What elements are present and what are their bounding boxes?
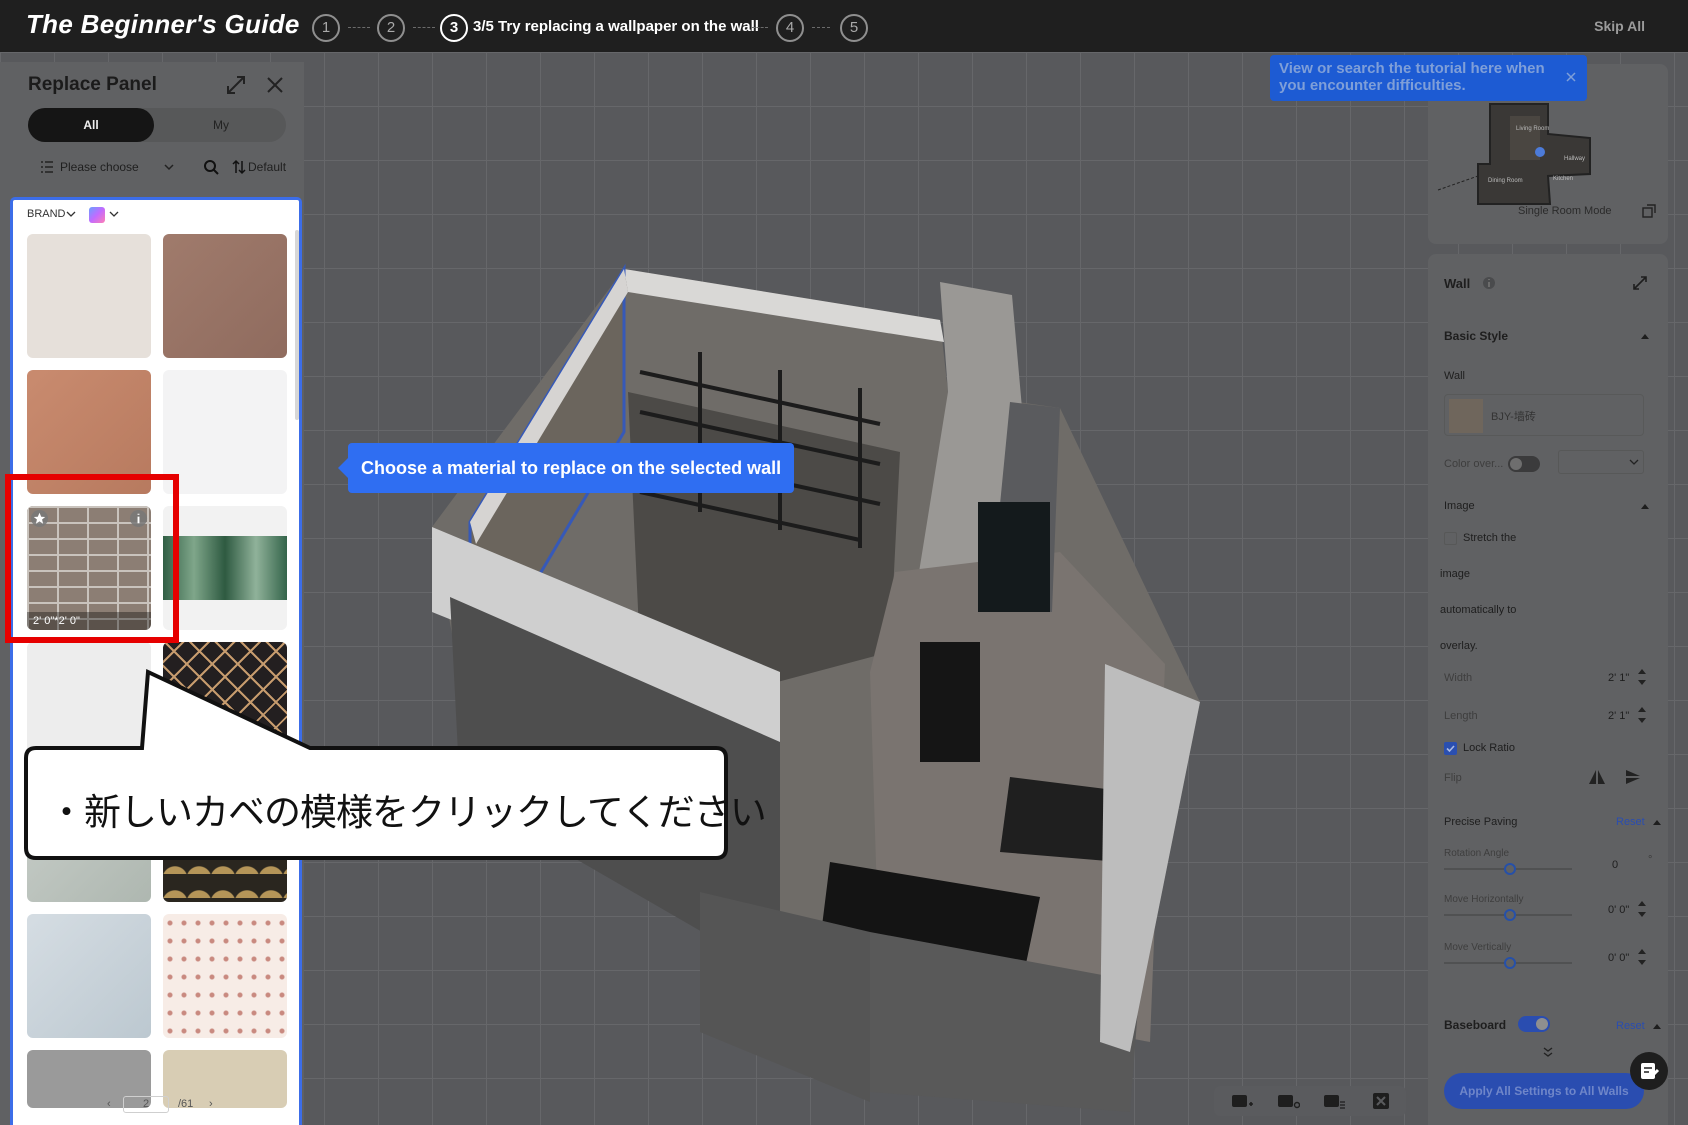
baseboard-reset-button[interactable]: Reset [1616, 1020, 1645, 1032]
length-value[interactable]: 2' 1" [1608, 710, 1629, 722]
lock-ratio-label: Lock Ratio [1463, 742, 1515, 754]
length-stepper[interactable] [1638, 706, 1646, 724]
material-name: BJY-墙砖 [1491, 411, 1536, 423]
close-icon[interactable] [1565, 71, 1577, 83]
move-horizontal-label: Move Horizontally [1444, 894, 1524, 905]
color-override-toggle[interactable] [1508, 456, 1540, 472]
move-vertical-stepper[interactable] [1638, 948, 1646, 966]
basic-style-header[interactable]: Basic Style [1444, 329, 1508, 343]
rotation-unit: ° [1648, 854, 1653, 866]
width-value[interactable]: 2' 1" [1608, 672, 1629, 684]
check-icon [1446, 745, 1455, 753]
rotation-value[interactable]: 0 [1612, 859, 1618, 871]
room-label: Living Room [1516, 126, 1549, 132]
stretch-label: image [1440, 568, 1470, 580]
width-stepper[interactable] [1638, 668, 1646, 686]
move-vertical-slider-thumb[interactable] [1504, 957, 1516, 969]
rotation-slider-thumb[interactable] [1504, 863, 1516, 875]
edit-note-icon [1641, 1063, 1660, 1080]
stretch-label: overlay. [1440, 640, 1478, 652]
feedback-icon[interactable] [1630, 1052, 1668, 1090]
expand-icon[interactable] [1631, 274, 1649, 292]
image-section-label[interactable]: Image [1444, 500, 1475, 512]
wall-settings-panel: Wall Basic Style Wall BJY-墙砖 Color over.… [1428, 254, 1668, 1125]
double-chevron-down-icon[interactable] [1542, 1046, 1554, 1058]
bottom-toolbar [1214, 1086, 1406, 1116]
flip-vertical-icon[interactable] [1624, 768, 1642, 786]
color-select[interactable] [1558, 450, 1644, 474]
hide-icon[interactable] [1370, 1090, 1394, 1112]
flip-label: Flip [1444, 772, 1462, 784]
move-horizontal-slider-thumb[interactable] [1504, 909, 1516, 921]
popout-icon[interactable] [1642, 204, 1656, 218]
rotation-label: Rotation Angle [1444, 848, 1510, 859]
camera-settings-icon[interactable] [1276, 1090, 1300, 1112]
info-icon[interactable] [1482, 276, 1496, 290]
chevron-up-icon[interactable] [1652, 818, 1662, 826]
width-label: Width [1444, 672, 1473, 684]
wall-material-field[interactable]: BJY-墙砖 [1444, 394, 1644, 436]
baseboard-toggle[interactable] [1518, 1016, 1550, 1032]
baseboard-label: Baseboard [1444, 1018, 1507, 1032]
room-label: Dining Room [1488, 178, 1523, 184]
precise-paving-label: Precise Paving [1444, 816, 1518, 828]
color-override-label: Color over... [1444, 458, 1504, 470]
lock-ratio-checkbox[interactable] [1444, 742, 1457, 755]
length-label: Length [1444, 710, 1478, 722]
tutorial-hint-text: View or search the tutorial here when yo… [1279, 60, 1545, 94]
stretch-image-checkbox[interactable] [1444, 532, 1457, 545]
stretch-label: automatically to [1440, 604, 1517, 616]
move-vertical-label: Move Vertically [1444, 942, 1512, 953]
chevron-up-icon[interactable] [1652, 1022, 1662, 1030]
single-room-mode-button[interactable]: Single Room Mode [1518, 205, 1612, 217]
move-vertical-value[interactable]: 0' 0" [1608, 952, 1629, 964]
camera-add-icon[interactable] [1230, 1090, 1254, 1112]
room-label: Kitchen [1553, 176, 1573, 182]
apply-all-walls-button[interactable]: Apply All Settings to All Walls [1444, 1073, 1644, 1109]
wall-panel-title: Wall [1444, 276, 1471, 291]
chevron-up-icon[interactable] [1640, 502, 1650, 510]
wall-material-label: Wall [1444, 370, 1465, 382]
move-horizontal-value[interactable]: 0' 0" [1608, 904, 1629, 916]
move-horizontal-stepper[interactable] [1638, 900, 1646, 918]
room-label: Hallway [1564, 156, 1585, 162]
chevron-down-icon[interactable] [1629, 458, 1639, 466]
material-thumbnail [1449, 399, 1483, 433]
camera-list-icon[interactable] [1322, 1090, 1346, 1112]
flip-horizontal-icon[interactable] [1588, 768, 1606, 786]
tutorial-hint-tooltip: View or search the tutorial here when yo… [1270, 55, 1587, 101]
chevron-up-icon[interactable] [1640, 332, 1650, 340]
paving-reset-button[interactable]: Reset [1616, 816, 1645, 828]
callout-text: ・新しいカベの模様をクリックしてください [48, 791, 767, 834]
stretch-label: Stretch the [1463, 532, 1517, 544]
